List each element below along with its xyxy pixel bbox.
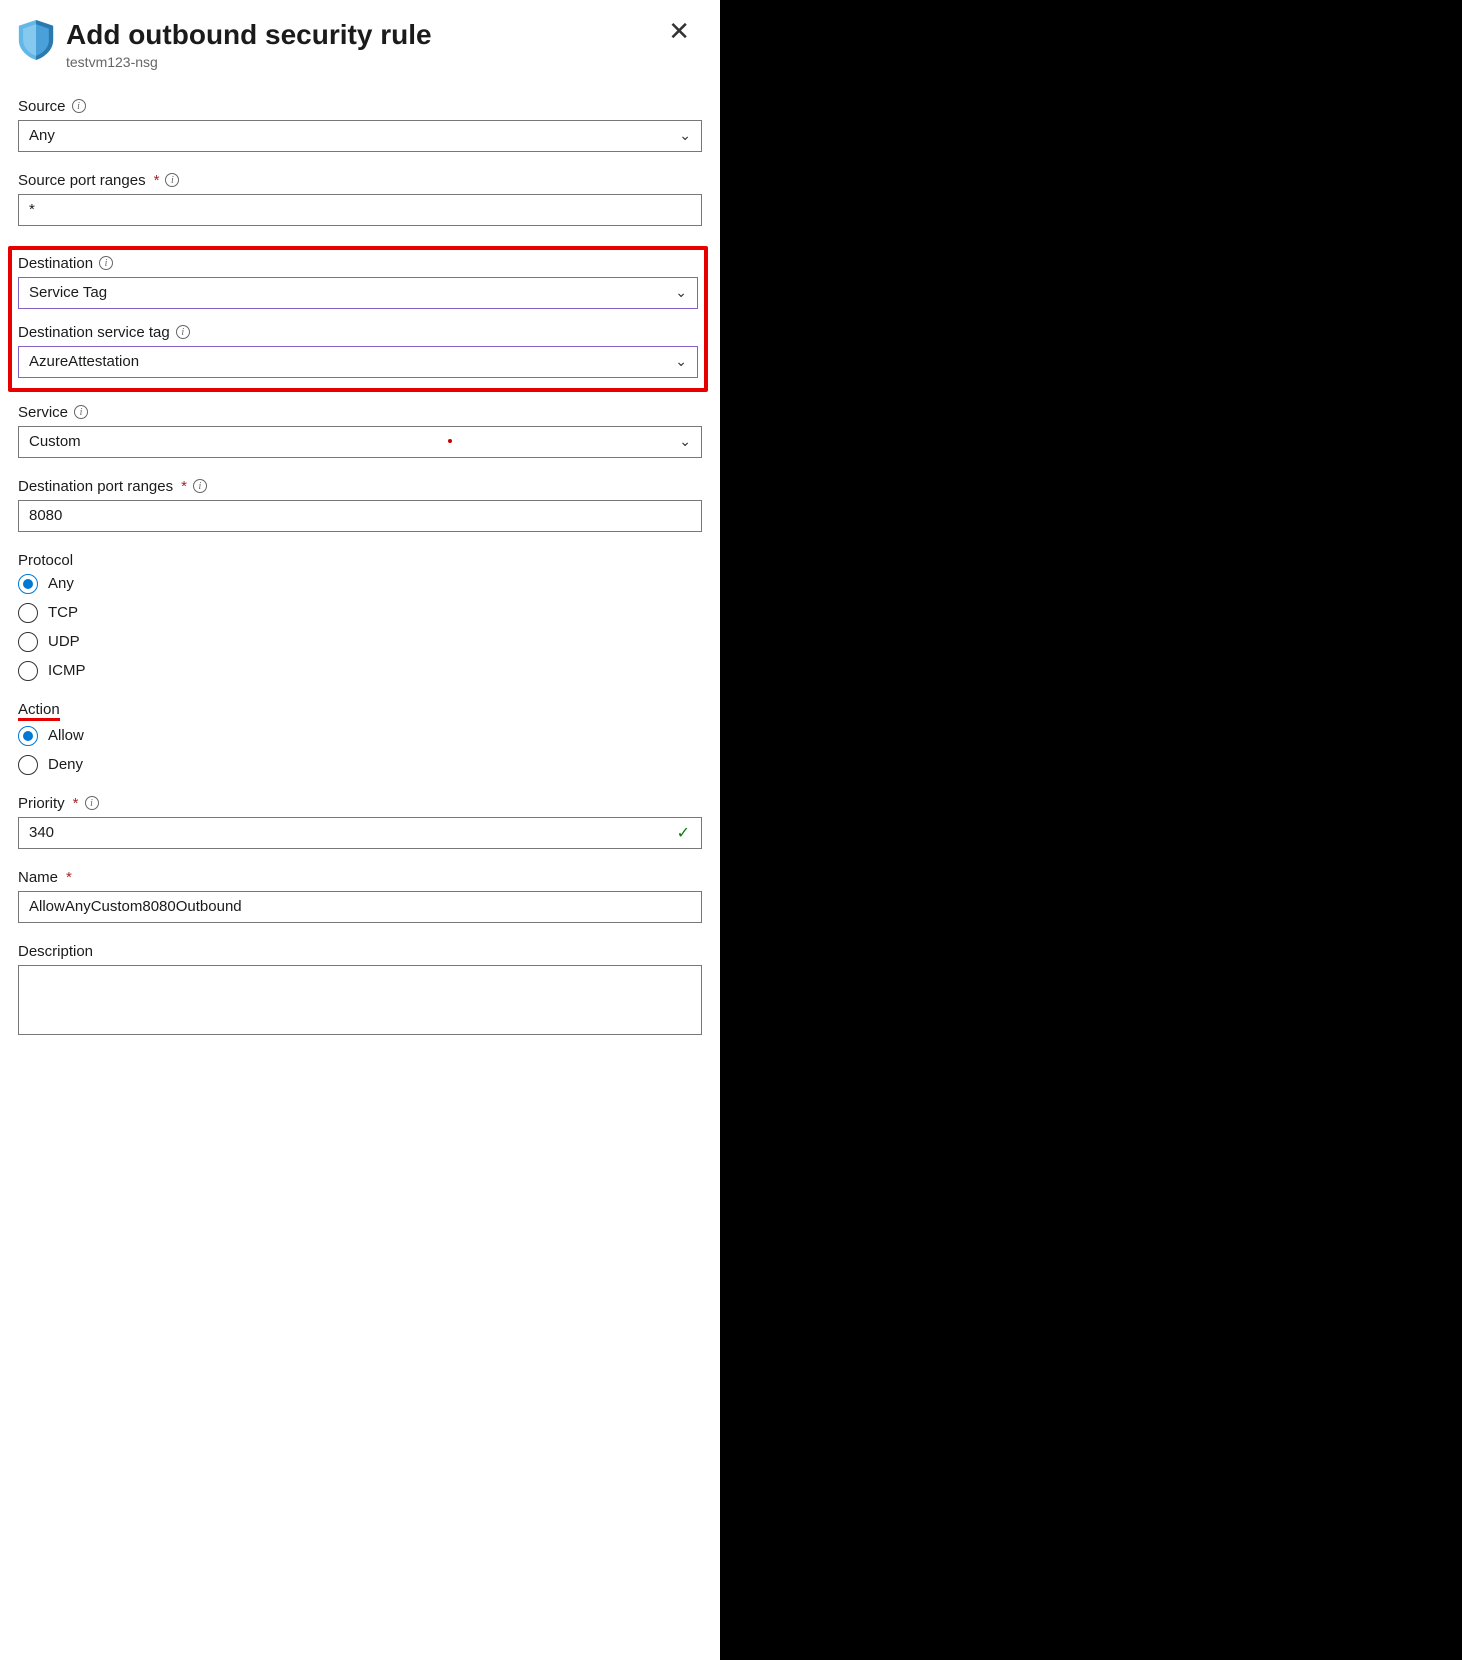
panel-title: Add outbound security rule bbox=[66, 18, 432, 52]
destination-port-label: Destination port ranges bbox=[18, 478, 173, 495]
destination-service-tag-label: Destination service tag bbox=[18, 324, 170, 341]
action-radio-group: Allow Deny bbox=[18, 726, 702, 775]
security-rule-panel: Add outbound security rule testvm123-nsg… bbox=[0, 0, 720, 1660]
priority-input[interactable] bbox=[18, 817, 702, 849]
destination-port-field: Destination port ranges * i bbox=[18, 478, 702, 532]
source-select[interactable]: Any ⌄ bbox=[18, 120, 702, 152]
radio-circle bbox=[18, 574, 38, 594]
destination-service-tag-select[interactable]: AzureAttestation ⌄ bbox=[18, 346, 698, 378]
protocol-label: Protocol bbox=[18, 552, 73, 569]
destination-highlight: Destination i Service Tag ⌄ Destination … bbox=[8, 246, 708, 392]
required-indicator: * bbox=[154, 172, 160, 189]
radio-circle bbox=[18, 755, 38, 775]
service-field: Service i Custom ⌄ bbox=[18, 404, 702, 458]
action-radio-allow[interactable]: Allow bbox=[18, 726, 702, 746]
radio-label: ICMP bbox=[48, 662, 86, 679]
panel-subtitle: testvm123-nsg bbox=[66, 54, 432, 70]
service-value: Custom bbox=[29, 433, 81, 450]
radio-label: Allow bbox=[48, 727, 84, 744]
protocol-radio-group: Any TCP UDP ICMP bbox=[18, 574, 702, 681]
info-icon[interactable]: i bbox=[74, 405, 88, 419]
description-field: Description bbox=[18, 943, 702, 1040]
description-textarea[interactable] bbox=[18, 965, 702, 1035]
description-label: Description bbox=[18, 943, 93, 960]
chevron-down-icon: ⌄ bbox=[679, 127, 691, 144]
info-icon[interactable]: i bbox=[99, 256, 113, 270]
protocol-radio-any[interactable]: Any bbox=[18, 574, 702, 594]
radio-label: TCP bbox=[48, 604, 78, 621]
panel-header: Add outbound security rule testvm123-nsg… bbox=[18, 18, 702, 70]
action-field: Action Allow Deny bbox=[18, 701, 702, 775]
required-indicator: * bbox=[66, 869, 72, 886]
destination-field: Destination i Service Tag ⌄ bbox=[18, 255, 698, 309]
destination-service-tag-value: AzureAttestation bbox=[29, 353, 139, 370]
destination-service-tag-field: Destination service tag i AzureAttestati… bbox=[18, 324, 698, 378]
destination-label: Destination bbox=[18, 255, 93, 272]
priority-label: Priority bbox=[18, 795, 65, 812]
destination-value: Service Tag bbox=[29, 284, 107, 301]
action-label: Action bbox=[18, 701, 60, 721]
destination-select[interactable]: Service Tag ⌄ bbox=[18, 277, 698, 309]
name-field: Name * bbox=[18, 869, 702, 923]
source-value: Any bbox=[29, 127, 55, 144]
protocol-radio-tcp[interactable]: TCP bbox=[18, 603, 702, 623]
shield-icon bbox=[18, 20, 54, 60]
chevron-down-icon: ⌄ bbox=[675, 353, 687, 370]
source-port-field: Source port ranges * i bbox=[18, 172, 702, 226]
priority-field: Priority * i ✓ bbox=[18, 795, 702, 849]
radio-circle bbox=[18, 726, 38, 746]
protocol-radio-udp[interactable]: UDP bbox=[18, 632, 702, 652]
info-icon[interactable]: i bbox=[165, 173, 179, 187]
radio-circle bbox=[18, 661, 38, 681]
service-select[interactable]: Custom ⌄ bbox=[18, 426, 702, 458]
radio-label: Any bbox=[48, 575, 74, 592]
radio-label: Deny bbox=[48, 756, 83, 773]
destination-port-input[interactable] bbox=[18, 500, 702, 532]
chevron-down-icon: ⌄ bbox=[675, 284, 687, 301]
checkmark-icon: ✓ bbox=[677, 823, 690, 843]
radio-circle bbox=[18, 603, 38, 623]
source-port-input[interactable] bbox=[18, 194, 702, 226]
info-icon[interactable]: i bbox=[176, 325, 190, 339]
annotation-dot bbox=[448, 439, 452, 443]
close-button[interactable]: ✕ bbox=[668, 18, 690, 44]
info-icon[interactable]: i bbox=[193, 479, 207, 493]
radio-circle bbox=[18, 632, 38, 652]
chevron-down-icon: ⌄ bbox=[679, 433, 691, 450]
action-radio-deny[interactable]: Deny bbox=[18, 755, 702, 775]
service-label: Service bbox=[18, 404, 68, 421]
protocol-field: Protocol Any TCP UDP ICMP bbox=[18, 552, 702, 681]
source-port-label: Source port ranges bbox=[18, 172, 146, 189]
name-input[interactable] bbox=[18, 891, 702, 923]
background-area bbox=[720, 0, 1462, 1660]
required-indicator: * bbox=[73, 795, 79, 812]
name-label: Name bbox=[18, 869, 58, 886]
radio-label: UDP bbox=[48, 633, 80, 650]
source-field: Source i Any ⌄ bbox=[18, 98, 702, 152]
info-icon[interactable]: i bbox=[85, 796, 99, 810]
source-label: Source bbox=[18, 98, 66, 115]
info-icon[interactable]: i bbox=[72, 99, 86, 113]
required-indicator: * bbox=[181, 478, 187, 495]
protocol-radio-icmp[interactable]: ICMP bbox=[18, 661, 702, 681]
